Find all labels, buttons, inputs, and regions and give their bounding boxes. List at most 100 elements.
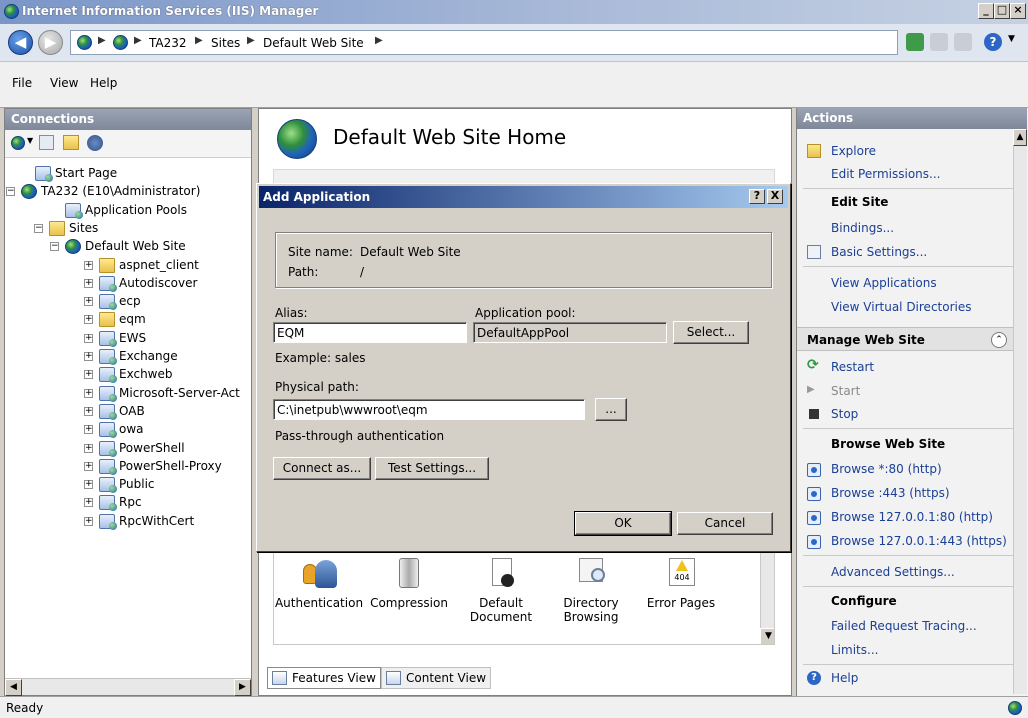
features-vscrollbar[interactable]: ▼	[760, 548, 774, 644]
connections-hscrollbar[interactable]: ◀ ▶	[5, 678, 251, 696]
action-failed-request-tracing[interactable]: Failed Request Tracing...	[831, 619, 977, 633]
action-restart[interactable]: Restart	[831, 360, 874, 374]
expand-icon[interactable]: +	[84, 260, 93, 270]
expand-icon[interactable]: +	[84, 278, 93, 288]
expand-icon[interactable]: +	[84, 406, 93, 416]
connect-icon[interactable]	[11, 136, 25, 150]
action-browse-localhost-80[interactable]: Browse 127.0.0.1:80 (http)	[831, 510, 993, 524]
action-browse-localhost-443[interactable]: Browse 127.0.0.1:443 (https)	[831, 534, 1007, 548]
stop-icon[interactable]	[930, 33, 948, 51]
menu-view[interactable]: View	[50, 76, 78, 90]
breadcrumb[interactable]: ▶ ▶ TA232 ▶ Sites ▶ Default Web Site ▶	[70, 30, 898, 55]
expand-icon[interactable]: +	[84, 370, 93, 380]
feature-directory-browsing[interactable]: Directory Browsing	[546, 548, 636, 624]
action-view-applications[interactable]: View Applications	[831, 276, 937, 290]
expand-icon[interactable]: +	[84, 388, 93, 398]
actions-vscrollbar[interactable]: ▲	[1013, 129, 1027, 694]
collapse-icon[interactable]: −	[34, 223, 43, 233]
chevron-right-icon[interactable]: ▶	[195, 35, 203, 46]
dialog-help-button[interactable]: ?	[749, 189, 765, 204]
back-button[interactable]: ◀	[8, 30, 33, 55]
expand-icon[interactable]: +	[84, 498, 93, 508]
window-title: Internet Information Services (IIS) Mana…	[22, 4, 319, 18]
scroll-left-button[interactable]: ◀	[5, 679, 22, 696]
action-view-virtual-directories[interactable]: View Virtual Directories	[831, 300, 972, 314]
tab-content-view[interactable]: Content View	[381, 667, 492, 689]
maximize-button[interactable]: □	[994, 3, 1010, 19]
breadcrumb-sites[interactable]: Sites	[211, 36, 240, 50]
action-browse-443[interactable]: Browse :443 (https)	[831, 486, 950, 500]
test-settings-button[interactable]: Test Settings...	[375, 457, 489, 480]
scroll-up-button[interactable]: ▲	[1013, 129, 1027, 146]
feature-default-document[interactable]: Default Document	[456, 548, 546, 624]
content-view-icon	[386, 671, 401, 685]
cancel-button[interactable]: Cancel	[677, 512, 773, 535]
window-title-bar[interactable]: Internet Information Services (IIS) Mana…	[0, 0, 1028, 24]
refresh-icon[interactable]	[906, 33, 924, 51]
expand-icon[interactable]: +	[84, 461, 93, 471]
group-configure: Configure	[831, 594, 897, 608]
collapse-icon[interactable]: ⌃	[991, 332, 1007, 348]
tab-features-view[interactable]: Features View	[267, 667, 381, 689]
scroll-right-button[interactable]: ▶	[234, 679, 251, 696]
expand-icon[interactable]: +	[84, 516, 93, 526]
expand-icon[interactable]: +	[84, 443, 93, 453]
forward-button[interactable]: ▶	[38, 30, 63, 55]
browse-path-button[interactable]: ...	[595, 398, 627, 421]
chevron-down-icon[interactable]: ▼	[1008, 34, 1015, 44]
dialog-title-bar[interactable]: Add Application ? X	[259, 186, 788, 208]
action-browse-80[interactable]: Browse *:80 (http)	[831, 462, 942, 476]
scroll-down-button[interactable]: ▼	[760, 628, 774, 644]
up-folder-icon[interactable]	[63, 135, 79, 150]
save-icon[interactable]	[39, 135, 54, 150]
chevron-right-icon[interactable]: ▶	[247, 35, 255, 46]
close-window-button[interactable]: ×	[1010, 3, 1026, 19]
menu-bar: File View Help	[0, 62, 1028, 108]
feature-compression[interactable]: Compression	[364, 548, 454, 610]
feature-authentication[interactable]: Authentication	[274, 548, 364, 610]
disconnect-icon[interactable]	[87, 135, 103, 151]
expand-icon[interactable]: +	[84, 315, 93, 325]
action-basic-settings[interactable]: Basic Settings...	[831, 245, 927, 259]
ok-button[interactable]: OK	[574, 511, 672, 536]
physical-path-input[interactable]: C:\inetpub\wwwroot\eqm	[273, 399, 585, 420]
expand-icon[interactable]: +	[84, 297, 93, 307]
action-bindings[interactable]: Bindings...	[831, 221, 894, 235]
collapse-icon[interactable]: −	[6, 187, 15, 197]
tree-item-label: PowerShell	[119, 440, 185, 455]
action-help[interactable]: Help	[831, 671, 858, 685]
manage-web-site-header[interactable]: Manage Web Site ⌃	[797, 327, 1013, 351]
chevron-right-icon[interactable]: ▶	[134, 35, 142, 46]
home-icon[interactable]	[954, 33, 972, 51]
menu-file[interactable]: File	[12, 76, 32, 90]
divider	[803, 188, 1013, 189]
tree-item-label: Rpc	[119, 495, 142, 510]
help-icon[interactable]: ?	[984, 33, 1002, 51]
breadcrumb-default-web-site[interactable]: Default Web Site	[263, 36, 364, 50]
application-icon	[99, 385, 117, 402]
expand-icon[interactable]: +	[84, 352, 93, 361]
expand-icon[interactable]: +	[84, 480, 93, 490]
collapse-icon[interactable]: −	[50, 242, 59, 252]
connect-as-button[interactable]: Connect as...	[273, 457, 371, 480]
chevron-right-icon[interactable]: ▶	[98, 35, 106, 46]
application-icon	[99, 495, 117, 512]
menu-help[interactable]: Help	[90, 76, 117, 90]
expand-icon[interactable]: +	[84, 333, 93, 343]
tree-item-label: Public	[119, 477, 155, 492]
chevron-right-icon[interactable]: ▶	[375, 35, 383, 46]
minimize-button[interactable]: _	[978, 3, 994, 19]
expand-icon[interactable]: +	[84, 425, 93, 435]
action-stop[interactable]: Stop	[831, 407, 858, 421]
action-explore[interactable]: Explore	[831, 144, 876, 158]
action-edit-permissions[interactable]: Edit Permissions...	[831, 167, 940, 181]
alias-input[interactable]: EQM	[273, 322, 467, 343]
action-advanced-settings[interactable]: Advanced Settings...	[831, 565, 955, 579]
dialog-close-button[interactable]: X	[767, 189, 783, 204]
feature-error-pages[interactable]: 404 Error Pages	[636, 548, 726, 610]
chevron-down-icon[interactable]: ▼	[27, 136, 33, 145]
select-app-pool-button[interactable]: Select...	[673, 321, 749, 344]
action-limits[interactable]: Limits...	[831, 643, 878, 657]
action-start[interactable]: Start	[831, 384, 860, 398]
breadcrumb-ta232[interactable]: TA232	[149, 36, 187, 50]
